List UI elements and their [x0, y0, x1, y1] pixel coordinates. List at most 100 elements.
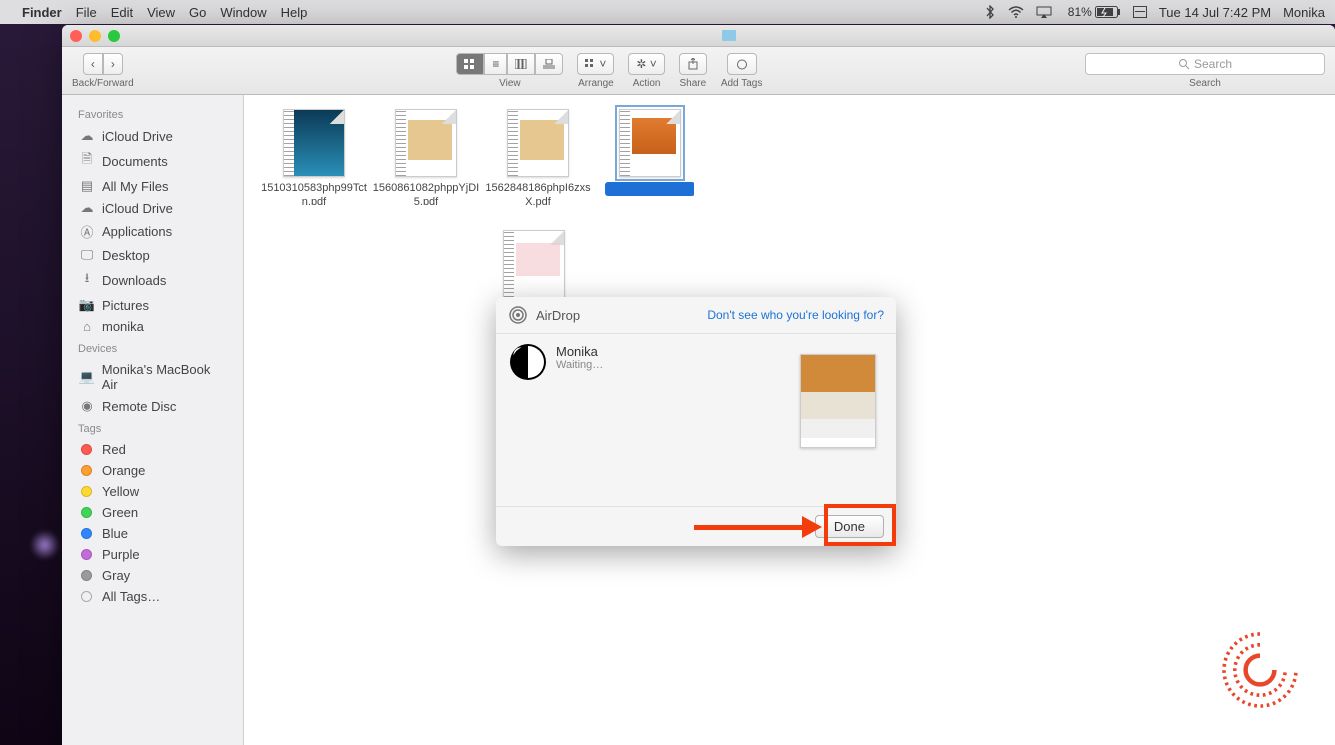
tag-yellow[interactable]: Yellow — [62, 481, 243, 502]
action-button[interactable]: ✲ ˅ — [628, 53, 664, 75]
tags-label: Add Tags — [721, 78, 763, 89]
input-menu-icon[interactable] — [1133, 6, 1147, 18]
tag-blue[interactable]: Blue — [62, 523, 243, 544]
redaction-patch — [244, 205, 464, 331]
annotation-highlight — [824, 504, 896, 546]
popover-title: AirDrop — [536, 308, 580, 323]
clock[interactable]: Tue 14 Jul 7:42 PM — [1159, 5, 1271, 20]
nav-label: Back/Forward — [72, 78, 134, 89]
tag-orange[interactable]: Orange — [62, 460, 243, 481]
help-link[interactable]: Don't see who you're looking for? — [707, 308, 884, 322]
menu-view[interactable]: View — [147, 5, 175, 20]
annotation-arrow — [694, 519, 822, 535]
sidebar-item-macbook[interactable]: 💻Monika's MacBook Air — [62, 359, 243, 395]
tag-red[interactable]: Red — [62, 439, 243, 460]
sidebar-item-applications[interactable]: ⒶApplications — [62, 219, 243, 244]
view-label: View — [499, 78, 521, 89]
minimize-button[interactable] — [89, 30, 101, 42]
airplay-icon[interactable] — [1036, 6, 1052, 18]
arrange-label: Arrange — [578, 78, 614, 89]
tag-dot-blue — [81, 528, 92, 539]
tag-dot-purple — [81, 549, 92, 560]
file-thumbnail — [507, 109, 569, 177]
file-item[interactable]: 1562848186phpI6zxsX.pdf — [483, 109, 593, 210]
view-switcher: ≡ View — [456, 53, 563, 89]
recipient-name: Monika — [556, 344, 603, 359]
sidebar: Favorites ☁iCloud Drive 🗎Documents ▤All … — [62, 95, 244, 745]
file-item[interactable]: 1560861082phppYjDI5.pdf — [371, 109, 481, 210]
search-label: Search — [1189, 78, 1221, 89]
close-button[interactable] — [70, 30, 82, 42]
file-thumbnail — [283, 109, 345, 177]
back-button[interactable]: ‹ — [83, 53, 103, 75]
wifi-icon[interactable] — [1008, 6, 1024, 18]
laptop-icon: 💻 — [78, 369, 96, 385]
icon-view-button[interactable] — [456, 53, 484, 75]
user-menu[interactable]: Monika — [1283, 5, 1325, 20]
sidebar-item-documents[interactable]: 🗎Documents — [62, 147, 243, 175]
redaction-patch — [694, 95, 1248, 211]
download-icon: ⭳ — [78, 269, 96, 291]
tag-dot-red — [81, 444, 92, 455]
action-label: Action — [633, 78, 661, 89]
column-view-button[interactable] — [507, 53, 535, 75]
window-title — [722, 30, 740, 41]
tag-all[interactable]: All Tags… — [62, 586, 243, 607]
menubar: Finder File Edit View Go Window Help 81%… — [0, 0, 1335, 24]
camera-icon: 📷 — [78, 297, 96, 313]
file-preview — [800, 354, 876, 448]
search-placeholder: Search — [1194, 57, 1232, 71]
folder-icon — [722, 30, 736, 41]
battery-status[interactable]: 81% — [1064, 5, 1121, 19]
menu-help[interactable]: Help — [281, 5, 308, 20]
list-view-button[interactable]: ≡ — [484, 53, 507, 75]
recipient-avatar — [510, 344, 546, 380]
desktop-decoration — [30, 530, 60, 560]
forward-button[interactable]: › — [103, 53, 123, 75]
popover-header: AirDrop Don't see who you're looking for… — [496, 297, 896, 334]
home-icon: ⌂ — [78, 319, 96, 334]
file-thumbnail — [503, 230, 565, 298]
cloud-icon: ☁ — [78, 128, 96, 144]
document-icon: 🗎 — [78, 150, 96, 172]
share-button[interactable] — [679, 53, 707, 75]
tag-dot-gray — [81, 570, 92, 581]
sidebar-item-home[interactable]: ⌂monika — [62, 316, 243, 337]
sidebar-item-icloud2[interactable]: ☁iCloud Drive — [62, 197, 243, 219]
search-input[interactable]: Search — [1085, 53, 1325, 75]
sidebar-item-remotedisc[interactable]: ◉Remote Disc — [62, 395, 243, 417]
battery-percent: 81% — [1068, 5, 1092, 19]
coverflow-view-button[interactable] — [535, 53, 563, 75]
airdrop-recipient[interactable]: Monika Waiting… — [510, 344, 603, 496]
file-item[interactable]: 1510310583php99Tctn.pdf — [259, 109, 369, 210]
menu-file[interactable]: File — [76, 5, 97, 20]
menu-go[interactable]: Go — [189, 5, 206, 20]
titlebar[interactable] — [62, 25, 1335, 47]
sidebar-item-pictures[interactable]: 📷Pictures — [62, 294, 243, 316]
cloud-icon: ☁ — [78, 200, 96, 216]
sidebar-item-allfiles[interactable]: ▤All My Files — [62, 175, 243, 197]
tag-purple[interactable]: Purple — [62, 544, 243, 565]
file-thumbnail — [395, 109, 457, 177]
arrange-button[interactable]: ˅ — [577, 53, 614, 75]
sidebar-item-downloads[interactable]: ⭳Downloads — [62, 266, 243, 294]
disc-icon: ◉ — [78, 398, 96, 414]
share-label: Share — [679, 78, 706, 89]
favorites-header: Favorites — [62, 103, 243, 125]
tags-button[interactable] — [727, 53, 757, 75]
menu-edit[interactable]: Edit — [111, 5, 133, 20]
toolbar: ‹ › Back/Forward ≡ View ˅ Arrange ✲ ˅ Ac… — [62, 47, 1335, 95]
fullscreen-button[interactable] — [108, 30, 120, 42]
bluetooth-icon[interactable] — [984, 5, 996, 19]
recipient-status: Waiting… — [556, 359, 603, 371]
watermark-logo — [1215, 625, 1305, 715]
tags-header: Tags — [62, 417, 243, 439]
sidebar-item-icloud[interactable]: ☁iCloud Drive — [62, 125, 243, 147]
file-thumbnail — [619, 109, 681, 177]
tag-gray[interactable]: Gray — [62, 565, 243, 586]
sidebar-item-desktop[interactable]: 🖵Desktop — [62, 244, 243, 266]
tag-green[interactable]: Green — [62, 502, 243, 523]
file-item-selected[interactable] — [595, 109, 705, 210]
menu-window[interactable]: Window — [220, 5, 266, 20]
app-menu[interactable]: Finder — [22, 5, 62, 20]
